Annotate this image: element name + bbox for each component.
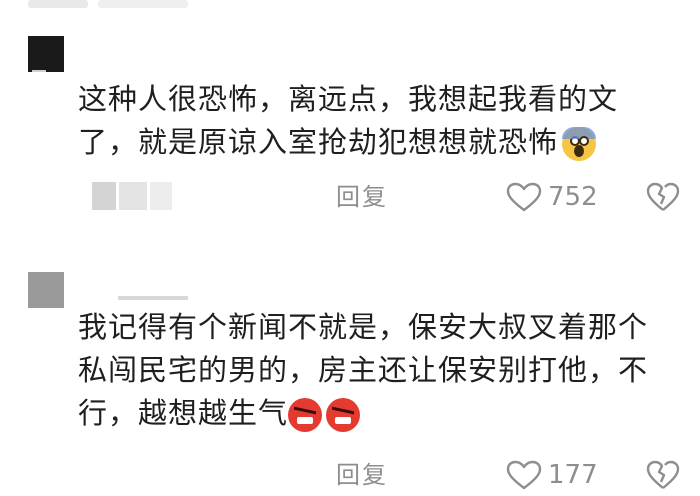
avatar[interactable] (28, 272, 64, 308)
comment-line: 这种人很恐怖，离远点，我想起我看的文 (78, 82, 619, 116)
like-count: 177 (548, 460, 598, 490)
broken-heart-icon[interactable] (646, 182, 680, 212)
scared-face-icon (562, 127, 597, 161)
like-count: 752 (548, 182, 598, 212)
broken-heart-icon[interactable] (646, 460, 680, 490)
comment-meta: 回复 752 (0, 178, 700, 218)
username-blurred (118, 296, 188, 300)
heart-icon[interactable] (506, 460, 542, 490)
comment-meta: 回复 177 (0, 456, 700, 496)
comment-line: 私闯民宅的男的，房主还让保安别打他，不 (78, 353, 649, 387)
angry-face-icon (326, 398, 361, 432)
comment-line-with-emoji: 行，越想越生气 (78, 392, 678, 435)
comment-line: 我记得有个新闻不就是，保安大叔叉着那个 (78, 310, 649, 344)
heart-icon[interactable] (506, 182, 542, 212)
angry-face-icon (288, 398, 323, 432)
username-blurred (32, 70, 46, 72)
timestamp-blurred (92, 182, 180, 212)
comment-text: 我记得有个新闻不就是，保安大叔叉着那个 私闯民宅的男的，房主还让保安别打他，不 … (78, 306, 678, 435)
reply-button[interactable]: 回复 (336, 458, 388, 492)
comment-line-with-emoji: 了，就是原谅入室抢劫犯想想就恐怖 (78, 121, 678, 164)
reply-button[interactable]: 回复 (336, 180, 388, 214)
avatar[interactable] (28, 36, 64, 72)
comment-text: 这种人很恐怖，离远点，我想起我看的文 了，就是原谅入室抢劫犯想想就恐怖 (78, 78, 678, 164)
previous-comment-blurred (28, 0, 268, 10)
